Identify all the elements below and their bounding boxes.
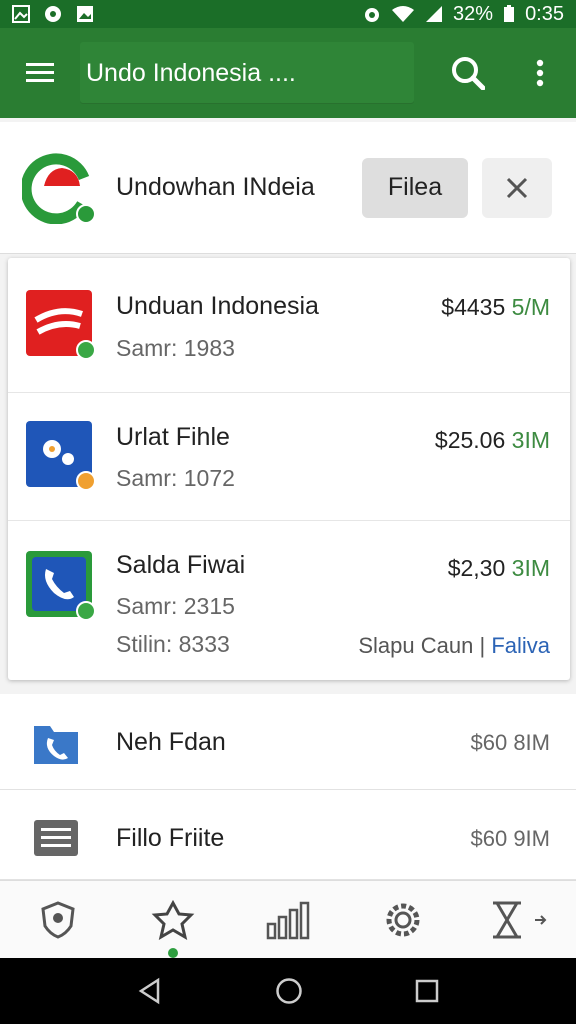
bottom-navigation [0,880,576,958]
close-button[interactable] [482,157,552,218]
more-vert-icon [536,59,544,87]
home-icon[interactable] [275,977,303,1005]
battery-percent: 32% [453,2,494,25]
list-item[interactable]: Neh Fdan $60 8IM [0,694,576,790]
status-bar: 32% 0:35 [0,0,576,28]
search-field[interactable]: Undo Indonesia .... [80,42,414,104]
item-price: $25.06 3IM [435,427,550,454]
header-card: Undowhan INdeia Filea [0,122,576,254]
nav-item-star[interactable] [115,881,230,958]
item-links: Slapu Caun | Faliva [358,633,550,659]
price-value: $25.06 [434,427,506,453]
size-value: 5/M [511,294,550,320]
item-subtitle-secondary: Stilin: 8333 [116,631,230,657]
signal-icon [426,6,443,22]
item-subtitle: Samr: 2315 [116,593,235,619]
item-title: Salda Fiwai [116,551,246,579]
badge-icon [76,340,96,360]
nav-item-stats[interactable] [230,881,345,958]
size-value: 3IM [511,555,550,581]
search-text: Undo Indonesia .... [86,58,296,87]
menu-button[interactable] [0,28,80,118]
item-title: Fillo Friite [116,824,225,852]
header-title: Undowhan INdeia [116,173,315,201]
files-button[interactable]: Filea [362,157,468,218]
badge-icon [76,471,96,491]
app-red-icon [26,290,96,360]
shield-icon [40,900,75,939]
chevron-right-icon [535,914,547,925]
clock: 0:35 [525,2,564,25]
circle-icon [45,6,61,22]
photo-icon [77,6,93,22]
close-icon [506,177,528,198]
item-size: $60 9IM [470,826,551,851]
flower-app-icon [26,421,96,491]
nav-item-timer[interactable] [461,881,576,958]
bar-chart-icon [266,901,310,939]
badge-icon [76,601,96,621]
alarm-icon [365,8,380,22]
system-navigation [0,958,576,1024]
recents-icon[interactable] [414,978,440,1004]
list-item[interactable]: Urlat Fihle Samr: 1072 $25.06 3IM [8,392,570,520]
link-prefix: Slapu Caun | [358,633,486,658]
app-list-card: Unduan Indonesia Samr: 1983 $4435 5/M Ur… [8,258,570,680]
menu-icon [26,63,54,82]
image-icon [12,5,30,23]
size-value: 3IM [511,427,550,453]
app-bar: Undo Indonesia .... [0,28,576,118]
item-title: Neh Fdan [116,728,226,756]
price-value: $4435 [441,294,506,320]
wifi-icon [392,6,415,22]
item-title: Unduan Indonesia [116,292,319,320]
search-icon [452,57,485,90]
back-icon[interactable] [136,977,164,1005]
nav-item-shield[interactable] [0,881,115,958]
active-indicator [167,948,178,958]
more-button[interactable] [504,28,576,118]
item-subtitle: Samr: 1072 [116,465,235,491]
item-subtitle: Samr: 1983 [116,335,235,361]
item-title: Urlat Fihle [116,423,230,451]
list-item[interactable]: Salda Fiwai Samr: 2315 Stilin: 8333 $2,3… [8,520,570,680]
item-size: $60 8IM [470,730,551,755]
price-value: $2,30 [447,555,506,581]
list-item[interactable]: Unduan Indonesia Samr: 1983 $4435 5/M [8,258,570,392]
item-price: $2,30 3IM [448,555,550,582]
item-price: $4435 5/M [441,294,550,321]
app-logo [20,152,96,224]
hourglass-icon [493,901,522,938]
phone-app-icon [26,551,96,621]
list-icon [34,820,78,856]
list-item[interactable]: Fillo Friite $60 9IM [0,790,576,880]
gear-icon [386,903,420,936]
logo-icon [20,152,96,224]
battery-icon [504,5,515,22]
star-icon [151,899,195,940]
search-button[interactable] [432,28,504,118]
favorite-link[interactable]: Faliva [491,633,550,658]
nav-item-settings[interactable] [346,881,461,958]
phone-folder-icon [34,726,78,764]
